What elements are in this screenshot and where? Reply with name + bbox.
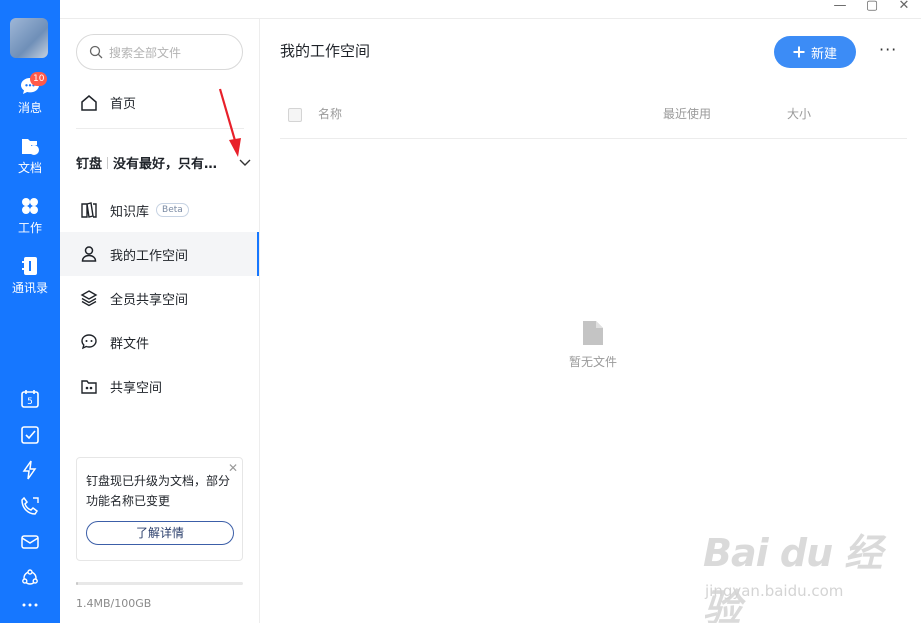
storage-usage: 1.4MB/100GB bbox=[76, 597, 152, 610]
book-icon bbox=[81, 202, 97, 218]
space-brand: 钉盘 bbox=[76, 157, 103, 172]
layers-icon bbox=[80, 290, 98, 307]
storage-bar bbox=[76, 582, 243, 585]
nav-home[interactable]: 首页 bbox=[80, 93, 136, 112]
minimize-button[interactable]: — bbox=[833, 0, 847, 16]
notice-close-button[interactable]: ✕ bbox=[228, 458, 238, 478]
nav-home-label: 首页 bbox=[110, 97, 137, 112]
lightning-icon bbox=[22, 460, 37, 480]
search-input[interactable]: 搜索全部文件 bbox=[76, 34, 243, 70]
calendar-icon: 5 bbox=[21, 390, 39, 408]
maximize-button[interactable]: ▢ bbox=[865, 0, 879, 16]
space-separator bbox=[107, 156, 109, 169]
group-chat-icon bbox=[81, 334, 97, 350]
learn-more-button[interactable]: 了解详情 bbox=[86, 521, 234, 545]
sidebar-item-label: 全员共享空间 bbox=[110, 292, 189, 308]
network-icon bbox=[22, 569, 38, 585]
call-button[interactable] bbox=[0, 496, 60, 516]
sidebar-item-my-workspace[interactable]: 我的工作空间 bbox=[60, 232, 259, 276]
more-dots-icon bbox=[22, 603, 38, 607]
watermark-logo: Bai du 经验 bbox=[703, 531, 882, 623]
rail-item-docs[interactable]: 文档 bbox=[0, 136, 60, 176]
calendar-day: 5 bbox=[27, 397, 33, 407]
checkbox-icon bbox=[21, 426, 39, 444]
sidebar-item-all-shared[interactable]: 全员共享空间 bbox=[60, 276, 259, 320]
more-apps-button[interactable] bbox=[0, 600, 60, 610]
left-rail: 消息 10 文档 工作 通讯录 5 bbox=[0, 0, 60, 623]
contact-book-icon bbox=[22, 257, 37, 275]
sidebar-item-label: 知识库 bbox=[110, 204, 150, 220]
watermark: Bai du 经验 jingyan.baidu.com bbox=[703, 522, 903, 623]
calendar-button[interactable]: 5 bbox=[0, 389, 60, 409]
folder-cloud-icon bbox=[22, 139, 39, 155]
watermark-url: jingyan.baidu.com bbox=[705, 582, 844, 600]
select-all-checkbox[interactable] bbox=[288, 108, 302, 122]
window-controls: — ▢ ✕ bbox=[833, 0, 921, 16]
file-icon bbox=[583, 321, 603, 345]
mail-button[interactable] bbox=[0, 532, 60, 552]
avatar[interactable] bbox=[10, 18, 48, 58]
sidebar-item-label: 我的工作空间 bbox=[110, 248, 189, 264]
unread-badge: 10 bbox=[30, 72, 48, 86]
grid-flower-icon bbox=[22, 198, 38, 214]
new-button-label: 新建 bbox=[810, 46, 837, 62]
column-header-recent[interactable]: 最近使用 bbox=[663, 105, 711, 122]
empty-state-text: 暂无文件 bbox=[568, 355, 617, 369]
shared-folder-icon bbox=[81, 380, 97, 394]
mail-icon bbox=[21, 535, 39, 549]
plus-icon bbox=[793, 46, 805, 58]
rail-item-label: 文档 bbox=[17, 161, 42, 175]
flash-button[interactable] bbox=[0, 460, 60, 480]
more-options-button[interactable]: ··· bbox=[879, 40, 897, 59]
search-placeholder: 搜索全部文件 bbox=[109, 45, 182, 60]
notice-text: 钉盘现已升级为文档，部分功能名称已变更 bbox=[86, 474, 231, 508]
annotation-arrow bbox=[218, 88, 241, 157]
sidebar-item-group-files[interactable]: 群文件 bbox=[60, 320, 259, 364]
space-name: 没有最好，只有… bbox=[113, 157, 218, 172]
todo-button[interactable] bbox=[0, 425, 60, 445]
beta-badge: Beta bbox=[156, 203, 189, 217]
sidebar-item-label: 共享空间 bbox=[110, 380, 163, 396]
home-icon bbox=[81, 94, 97, 111]
sidebar-item-label: 群文件 bbox=[110, 336, 150, 352]
sidebar-item-knowledge-base[interactable]: 知识库 Beta bbox=[60, 188, 259, 232]
file-table-header: 名称 最近使用 大小 bbox=[280, 93, 907, 139]
rail-item-work[interactable]: 工作 bbox=[0, 196, 60, 236]
storage-bar-fill bbox=[76, 582, 78, 585]
column-header-size[interactable]: 大小 bbox=[787, 105, 811, 122]
person-icon bbox=[81, 246, 97, 262]
rail-item-label: 通讯录 bbox=[11, 281, 48, 295]
rail-item-label: 工作 bbox=[17, 221, 42, 235]
close-button[interactable]: ✕ bbox=[897, 0, 911, 16]
phone-icon bbox=[21, 496, 39, 515]
network-button[interactable] bbox=[0, 568, 60, 588]
app-window: 消息 10 文档 工作 通讯录 5 — ▢ ✕ 搜索全部文件 首页 钉盘 没有最… bbox=[0, 0, 921, 623]
rail-item-label: 消息 bbox=[17, 101, 42, 115]
page-title: 我的工作空间 bbox=[280, 42, 371, 60]
search-icon bbox=[89, 45, 103, 59]
upgrade-notice: ✕ 钉盘现已升级为文档，部分功能名称已变更 了解详情 bbox=[76, 457, 243, 561]
sidebar-item-shared-space[interactable]: 共享空间 bbox=[60, 364, 259, 408]
column-header-name[interactable]: 名称 bbox=[318, 105, 342, 122]
new-button[interactable]: 新建 bbox=[774, 36, 856, 68]
empty-state: 暂无文件 bbox=[561, 319, 625, 370]
rail-item-contacts[interactable]: 通讯录 bbox=[0, 256, 60, 296]
